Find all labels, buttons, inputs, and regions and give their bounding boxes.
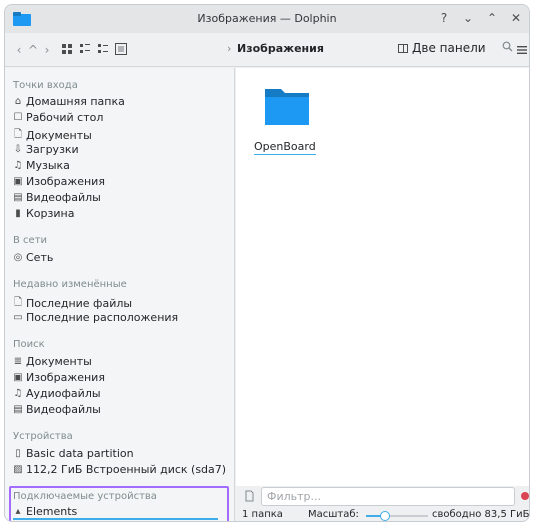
folder-icon[interactable]: [263, 83, 311, 127]
breadcrumb[interactable]: Изображения: [237, 42, 324, 55]
home-icon: ⌂: [14, 96, 22, 107]
close-filter-icon[interactable]: [521, 492, 529, 500]
free-space: свободно 83,5 ГиБ: [432, 509, 530, 520]
search-videos-icon: ▤: [13, 404, 23, 415]
section-recent: Недавно изменённые: [13, 279, 127, 290]
folder-label[interactable]: OpenBoard: [254, 140, 316, 155]
recent-locations[interactable]: ▭ Последние расположения: [13, 311, 178, 324]
network-icon: ◎: [13, 252, 23, 263]
section-search: Поиск: [13, 339, 45, 350]
recent-locations-icon: ▭: [13, 312, 23, 323]
details-view-icon[interactable]: [97, 43, 109, 55]
downloads-icon: ⇩: [13, 144, 23, 155]
status-bar: 1 папка Масштаб: свободно 83,5 ГиБ: [236, 508, 530, 521]
disk-icon: ▨: [13, 464, 23, 475]
search-documents[interactable]: ≣ Документы: [13, 355, 92, 368]
section-network: В сети: [13, 235, 48, 246]
split-view-icon: [398, 43, 408, 53]
filter-icon: [245, 490, 254, 502]
preview-icon[interactable]: [115, 43, 127, 55]
split-view-button[interactable]: Две панели: [398, 41, 486, 55]
selection-underline: [13, 518, 218, 520]
forward-button[interactable]: ›: [41, 42, 53, 58]
videos-icon: ▤: [13, 192, 23, 203]
filter-input[interactable]: [261, 487, 515, 506]
trash-icon: ▮: [15, 208, 21, 219]
zoom-slider-handle[interactable]: [379, 511, 390, 521]
search-audio[interactable]: ♫ Аудиофайлы: [13, 387, 101, 400]
search-icon[interactable]: [502, 41, 513, 52]
desktop-icon: ☐: [13, 112, 23, 123]
zoom-slider[interactable]: [366, 511, 428, 521]
close-button[interactable]: ✕: [509, 10, 523, 26]
recent-files[interactable]: 🗋 Последние файлы: [13, 295, 132, 312]
section-places: Точки входа: [13, 80, 78, 91]
place-videos[interactable]: ▤ Видеофайлы: [13, 191, 101, 204]
place-network[interactable]: ◎ Сеть: [13, 251, 54, 264]
pictures-icon: ▣: [13, 176, 23, 187]
search-videos[interactable]: ▤ Видеофайлы: [13, 403, 101, 416]
search-images-icon: ▣: [13, 372, 23, 383]
filter-bar: [236, 486, 529, 508]
device-internal-disk[interactable]: ▨ 112,2 ГиБ Встроенный диск (sda7): [13, 463, 226, 476]
place-home[interactable]: ⌂ Домашняя папка: [13, 95, 125, 108]
title-bar: Изображения — Dolphin ? ⌄ ⌃ ✕: [5, 5, 529, 33]
place-desktop[interactable]: ☐ Рабочий стол: [13, 111, 104, 124]
icons-view-icon[interactable]: [61, 43, 73, 55]
place-trash[interactable]: ▮ Корзина: [13, 207, 74, 220]
hamburger-menu-icon[interactable]: [517, 44, 527, 56]
compact-view-icon[interactable]: [79, 43, 91, 55]
documents-icon: 🗋: [13, 129, 23, 140]
places-panel: Точки входа ⌂ Домашняя папка ☐ Рабочий сто…: [5, 68, 235, 521]
back-button[interactable]: ‹: [13, 42, 25, 58]
partition-icon: ▯: [15, 448, 21, 459]
split-view-label: Две панели: [412, 41, 486, 55]
place-documents[interactable]: 🗋 Документы: [13, 127, 92, 144]
search-images[interactable]: ▣ Изображения: [13, 371, 105, 384]
up-button[interactable]: ^: [27, 42, 39, 58]
place-pictures[interactable]: ▣ Изображения: [13, 175, 105, 188]
item-count: 1 папка: [242, 509, 283, 520]
toolbar: ‹ ^ › › Изображения Две панели: [5, 33, 529, 67]
help-button[interactable]: ?: [437, 10, 451, 26]
zoom-label: Масштаб:: [308, 509, 359, 520]
file-view[interactable]: OpenBoard: [236, 68, 529, 486]
place-music[interactable]: ♫ Музыка: [13, 159, 70, 172]
usb-drive-icon: ▴: [15, 506, 21, 517]
recent-files-icon: 🗋: [13, 297, 23, 308]
device-elements[interactable]: ▴ Elements: [13, 505, 77, 518]
minimize-button[interactable]: ⌄: [461, 10, 475, 26]
music-icon: ♫: [13, 160, 23, 171]
section-devices: Устройства: [13, 431, 73, 442]
dolphin-window: Изображения — Dolphin ? ⌄ ⌃ ✕ ‹ ^ › › Из: [4, 4, 530, 522]
search-documents-icon: ≣: [13, 356, 23, 367]
place-downloads[interactable]: ⇩ Загрузки: [13, 143, 79, 156]
maximize-button[interactable]: ⌃: [485, 10, 499, 26]
search-audio-icon: ♫: [13, 388, 23, 399]
device-basic-partition[interactable]: ▯ Basic data partition: [13, 447, 133, 460]
breadcrumb-separator: ›: [227, 42, 232, 55]
section-removable: Подключаемые устройства: [13, 491, 157, 502]
